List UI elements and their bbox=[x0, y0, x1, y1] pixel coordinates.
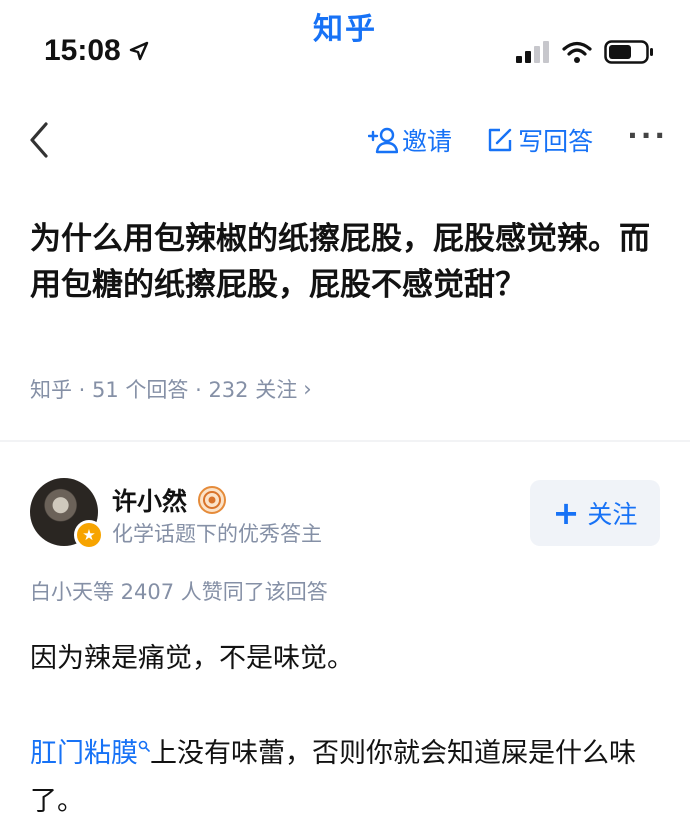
back-chevron-icon bbox=[30, 122, 48, 158]
author-description: 化学话题下的优秀答主 bbox=[112, 522, 322, 546]
author-name[interactable]: 许小然 bbox=[112, 482, 227, 518]
back-button[interactable] bbox=[24, 120, 60, 160]
plus-icon: + bbox=[552, 494, 580, 532]
chevron-right-icon: › bbox=[303, 377, 312, 401]
question-meta[interactable]: 知乎 · 51 个回答 · 232 关注 › bbox=[30, 374, 312, 404]
wifi-icon bbox=[562, 41, 592, 63]
invite-button[interactable]: 邀请 bbox=[368, 122, 452, 158]
vote-summary: 白小天等 2407 人赞同了该回答 bbox=[30, 580, 328, 604]
status-indicators bbox=[516, 40, 654, 64]
question-title: 为什么用包辣椒的纸擦屁股，屁股感觉辣。而用包糖的纸擦屁股，屁股不感觉甜？ bbox=[30, 221, 650, 303]
more-icon[interactable]: ··· bbox=[627, 119, 668, 152]
nav-actions: 邀请 写回答 ··· bbox=[368, 119, 668, 160]
question-meta-text: 知乎 · 51 个回答 · 232 关注 bbox=[30, 378, 298, 402]
location-arrow-icon bbox=[129, 41, 148, 61]
battery-icon bbox=[604, 40, 653, 64]
search-icon bbox=[138, 740, 150, 752]
follow-button[interactable]: + 关注 bbox=[530, 480, 660, 546]
emblem-icon bbox=[198, 486, 227, 514]
write-answer-button[interactable]: 写回答 bbox=[486, 122, 593, 158]
answer-paragraph-1: 因为辣是痛觉，不是味觉。 bbox=[30, 643, 354, 674]
status-time-text: 15:08 bbox=[44, 34, 121, 67]
status-time: 15:08 bbox=[44, 34, 149, 68]
invite-person-icon bbox=[368, 127, 399, 154]
edit-icon bbox=[488, 128, 512, 152]
divider bbox=[0, 440, 690, 442]
invite-label: 邀请 bbox=[402, 127, 453, 156]
keyword-link[interactable]: 肛门粘膜 bbox=[30, 738, 150, 769]
author-name-text: 许小然 bbox=[112, 487, 188, 516]
write-answer-label: 写回答 bbox=[518, 127, 594, 156]
keyword-link-text: 肛门粘膜 bbox=[30, 738, 138, 769]
signal-icon bbox=[516, 41, 549, 63]
follow-label: 关注 bbox=[587, 500, 638, 529]
answer-paragraph-2: 肛门粘膜 上没有味蕾，否则你就会知道屎是什么味了。 bbox=[30, 724, 660, 826]
star-badge-icon: ★ bbox=[74, 520, 104, 550]
